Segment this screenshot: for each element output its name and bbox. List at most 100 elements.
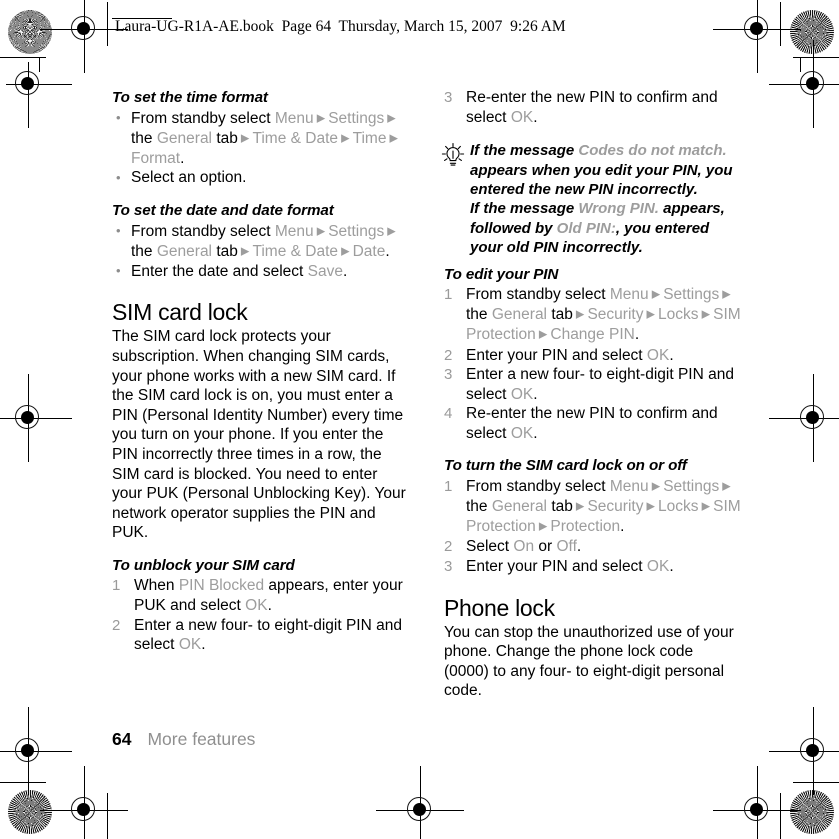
heading-phone-lock: Phone lock — [444, 594, 555, 621]
chevron-right-icon: ▶ — [338, 245, 353, 258]
list-item: Enter a new four- to eight-digit PIN and… — [444, 365, 741, 404]
heading-time-format: To set the time format — [112, 89, 268, 106]
list-date-format: From standby select Menu ▶ Settings ▶ th… — [112, 221, 409, 282]
heading-date-format: To set the date and date format — [112, 201, 334, 219]
chevron-right-icon: ▶ — [719, 288, 731, 301]
footer-chapter-name: More features — [147, 729, 256, 749]
printed-page: Laura-UG-R1A-AE.book Page 64 Thursday, M… — [0, 0, 839, 839]
chevron-right-icon: ▶ — [237, 245, 253, 258]
registration-star-bottom-left — [8, 790, 52, 834]
body-text: . — [533, 424, 538, 442]
heading-sim-lock-toggle: To turn the SIM card lock on or off — [444, 457, 687, 475]
list-item: Enter your PIN and select OK. — [444, 346, 741, 366]
body-text: When — [134, 577, 179, 595]
body-text: From standby select — [466, 286, 610, 304]
lightbulb-icon — [440, 142, 466, 168]
body-text: . — [201, 636, 206, 654]
trim-line-bottom-right — [780, 793, 782, 839]
body-text: . — [620, 518, 625, 536]
ui-term: Locks — [658, 498, 699, 516]
trim-line-top-left — [107, 2, 109, 46]
heading-edit-pin: To edit your PIN — [444, 265, 559, 283]
body-text: . — [180, 149, 185, 167]
body-text: From standby select — [131, 109, 275, 127]
paragraph-phone-lock: You can stop the unauthorized use of you… — [444, 623, 734, 700]
ui-term: Menu — [274, 222, 314, 240]
list-time-format: From standby select Menu ▶ Settings ▶ th… — [112, 108, 409, 188]
chevron-right-icon: ▶ — [643, 500, 659, 513]
ui-term: OK — [510, 424, 534, 442]
body-text: Re-enter the new PIN to confirm and sele… — [466, 89, 718, 126]
body-text: . — [634, 326, 640, 344]
body-text: tab — [547, 498, 573, 516]
ui-term: Date — [352, 242, 386, 260]
chevron-right-icon: ▶ — [648, 480, 664, 493]
registration-star-top-left — [8, 10, 52, 54]
body-text: If the message — [470, 200, 579, 218]
ui-term: OK — [646, 346, 670, 364]
chevron-right-icon: ▶ — [313, 225, 329, 238]
chevron-right-icon: ▶ — [648, 288, 664, 301]
trim-line-top-right — [780, 2, 782, 46]
list-sim-lock-toggle: From standby select Menu ▶ Settings ▶ th… — [444, 477, 741, 576]
body-text: tab — [212, 129, 238, 147]
ui-term: Off — [556, 538, 577, 556]
body-text: Select — [466, 538, 514, 556]
ui-term: OK — [245, 597, 268, 615]
ui-term: OK — [646, 557, 670, 575]
list-item: Select On or Off. — [444, 537, 741, 557]
body-text: Enter your PIN and select — [466, 557, 647, 575]
ui-term: Codes do not match. — [578, 142, 727, 160]
list-edit-pin: From standby select Menu ▶ Settings ▶ th… — [444, 285, 741, 443]
ui-term: Save — [307, 262, 343, 280]
chevron-right-icon: ▶ — [572, 500, 588, 513]
ui-term: Time & Date — [252, 242, 339, 260]
list-item: Enter a new four- to eight-digit PIN and… — [112, 616, 409, 655]
ui-term: Wrong PIN. — [578, 200, 659, 218]
list-unblock-sim-continued: Re-enter the new PIN to confirm and sele… — [444, 88, 741, 127]
chevron-right-icon: ▶ — [313, 112, 329, 125]
chevron-right-icon: ▶ — [698, 500, 714, 513]
ui-term: Settings — [663, 478, 720, 496]
ui-term: OK — [178, 636, 202, 654]
registration-target-top-right — [713, 0, 801, 73]
list-item: Re-enter the new PIN to confirm and sele… — [444, 404, 741, 443]
chevron-right-icon: ▶ — [384, 112, 396, 125]
chevron-right-icon: ▶ — [719, 480, 731, 493]
body-text: the — [466, 498, 492, 516]
list-item: Enter the date and select Save. — [112, 261, 409, 282]
ui-term: General — [491, 498, 548, 516]
body-text: From standby select — [131, 222, 275, 240]
ui-term: Menu — [609, 478, 649, 496]
chevron-right-icon: ▶ — [698, 308, 714, 321]
body-text: . — [669, 557, 674, 575]
ui-term: Settings — [328, 109, 385, 127]
body-text: Enter a new four- to eight-digit PIN and… — [466, 366, 734, 403]
heading-unblock-sim: To unblock your SIM card — [112, 556, 295, 574]
ui-term: OK — [510, 108, 534, 126]
body-text: . — [533, 385, 538, 403]
body-text: . — [385, 242, 390, 260]
tip-text: If the message Codes do not match. appea… — [470, 142, 733, 256]
trim-line-bottom-left — [107, 793, 109, 839]
body-text: Select an option. — [131, 169, 247, 187]
footer-page-number: 64 — [112, 729, 132, 749]
chevron-right-icon: ▶ — [572, 308, 588, 321]
registration-target-bottom-right — [713, 766, 801, 839]
body-text: . — [267, 597, 272, 615]
ui-term: Protection — [550, 518, 621, 536]
list-item: Select an option. — [112, 168, 409, 188]
registration-star-bottom-right — [790, 790, 834, 834]
body-text: . — [343, 262, 348, 280]
ui-term: Menu — [274, 109, 314, 127]
list-item: From standby select Menu ▶ Settings ▶ th… — [444, 477, 741, 537]
book-header: Laura-UG-R1A-AE.book Page 64 Thursday, M… — [115, 18, 566, 35]
registration-target-left-upper — [6, 62, 72, 128]
ui-term: Settings — [328, 222, 385, 240]
body-text: the — [131, 242, 157, 260]
body-text: . — [533, 108, 538, 126]
list-unblock-sim: When PIN Blocked appears, enter your PUK… — [112, 576, 409, 654]
registration-target-right-lower — [769, 707, 839, 795]
page-footer: 64 More features — [112, 729, 255, 750]
chevron-right-icon: ▶ — [237, 132, 253, 145]
